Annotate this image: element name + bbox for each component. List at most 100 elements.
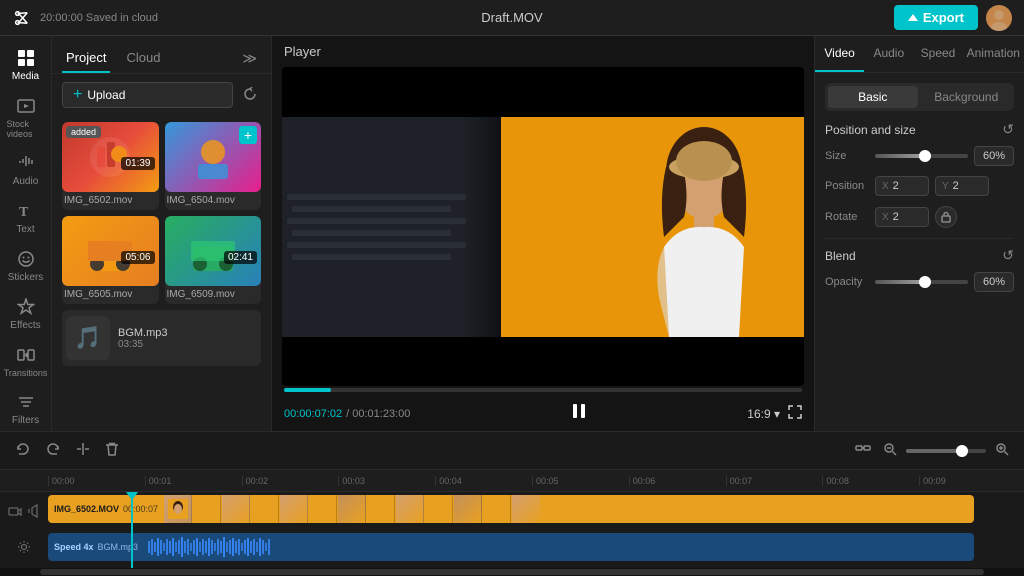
sub-tab-basic[interactable]: Basic (828, 86, 918, 108)
media-add-button-2[interactable]: + (239, 126, 257, 144)
upload-label: Upload (87, 88, 125, 102)
tab-video[interactable]: Video (815, 36, 864, 72)
size-slider[interactable] (875, 154, 968, 158)
video-track-name: IMG_6502.MOV (54, 504, 119, 514)
frame-7 (338, 495, 366, 523)
audio-track[interactable]: Speed 4x BGM.mp3 (48, 533, 974, 561)
tab-project[interactable]: Project (62, 44, 110, 73)
ruler-mark-0: 00:00 (48, 476, 145, 486)
rotate-lock-button[interactable] (935, 206, 957, 228)
sidebar-item-stickers[interactable]: Stickers (3, 243, 49, 289)
timeline-toolbar (0, 432, 1024, 470)
audio-item-bgm[interactable]: 🎵 BGM.mp3 03:35 (62, 310, 261, 366)
ruler-mark-6: 00:06 (629, 476, 726, 486)
export-icon (908, 14, 918, 21)
media-item-4[interactable]: 02:41 IMG_6509.mov (165, 216, 262, 304)
add-track-button[interactable] (852, 438, 874, 463)
frame-10 (425, 495, 453, 523)
zoom-in-button[interactable] (992, 439, 1012, 462)
video-track-camera-icon[interactable] (7, 504, 23, 521)
current-time: 00:00:07:02 (284, 408, 342, 420)
collapse-button[interactable]: ≫ (238, 46, 261, 71)
blend-section: Blend ↺ (825, 247, 1014, 264)
sidebar-item-audio[interactable]: Audio (3, 147, 49, 193)
right-panel-tabs: Video Audio Speed Animation (815, 36, 1024, 73)
refresh-button[interactable] (239, 83, 261, 108)
sidebar-item-text[interactable]: T Text (3, 195, 49, 241)
transitions-label: Transitions (4, 368, 48, 378)
progress-bar-bg[interactable] (284, 388, 802, 392)
player-controls: 00:00:07:02 / 00:01:23:00 16:9 ▾ (272, 396, 814, 431)
audio-name: BGM.mp3 (118, 327, 257, 339)
tab-cloud[interactable]: Cloud (122, 44, 164, 73)
scrollbar-thumb[interactable] (40, 569, 984, 575)
position-y-input[interactable]: Y 2 (935, 176, 989, 196)
media-item-1[interactable]: added 01:39 IMG_6502.mov (62, 122, 159, 210)
upload-button[interactable]: + Upload (62, 82, 233, 108)
sidebar-item-media[interactable]: Media (3, 42, 49, 88)
progress-bar[interactable] (272, 386, 814, 396)
undo-button[interactable] (12, 438, 34, 463)
size-value: 60% (974, 146, 1014, 166)
audio-track-settings-icon[interactable] (16, 539, 32, 558)
sidebar-item-filters[interactable]: Filters (3, 386, 49, 431)
filters-icon (16, 392, 36, 412)
delete-button[interactable] (102, 438, 122, 463)
panel-tabs: Project Cloud ≫ (52, 36, 271, 74)
size-label: Size (825, 150, 869, 162)
media-item-2[interactable]: + IMG_6504.mov (165, 122, 262, 210)
pause-button[interactable] (570, 402, 588, 425)
zoom-slider[interactable] (906, 449, 986, 453)
right-panel-content: Basic Background Position and size ↺ Siz… (815, 73, 1024, 431)
ruler-mark-1: 00:01 (145, 476, 242, 486)
playhead (131, 492, 133, 568)
redo-button[interactable] (42, 438, 64, 463)
timeline-scrollbar[interactable] (0, 568, 1024, 576)
transitions-icon (16, 345, 36, 365)
avatar[interactable] (986, 5, 1012, 31)
tab-audio[interactable]: Audio (864, 36, 913, 72)
media-item-3[interactable]: 05:06 IMG_6505.mov (62, 216, 159, 304)
rotate-x-input[interactable]: X 2 (875, 207, 929, 227)
aspect-ratio-label: 16:9 ▾ (747, 407, 780, 421)
aspect-ratio-button[interactable]: 16:9 ▾ (747, 407, 780, 421)
svg-text:T: T (19, 205, 29, 220)
panel-actions: + Upload (52, 74, 271, 116)
frame-3 (222, 495, 250, 523)
sidebar-item-transitions[interactable]: Transitions (3, 339, 49, 384)
stickers-label: Stickers (8, 272, 44, 283)
playback-controls (570, 402, 588, 425)
zoom-controls (852, 438, 1012, 463)
media-name-4: IMG_6509.mov (165, 286, 262, 304)
media-name-2: IMG_6504.mov (165, 192, 262, 210)
filters-label: Filters (12, 415, 39, 426)
frame-6 (309, 495, 337, 523)
tab-animation[interactable]: Animation (963, 36, 1024, 72)
position-size-title: Position and size (825, 123, 916, 137)
stock-videos-label: Stock videos (7, 119, 45, 139)
media-name-1: IMG_6502.mov (62, 192, 159, 210)
video-track-audio-icon[interactable] (26, 503, 42, 522)
tab-speed[interactable]: Speed (913, 36, 962, 72)
sub-tab-background[interactable]: Background (922, 86, 1012, 108)
zoom-out-button[interactable] (880, 439, 900, 462)
text-icon: T (16, 201, 36, 221)
position-x-input[interactable]: X 2 (875, 176, 929, 196)
frame-5 (280, 495, 308, 523)
fullscreen-button[interactable] (788, 405, 802, 422)
opacity-value: 60% (974, 272, 1014, 292)
position-size-reset[interactable]: ↺ (1002, 121, 1014, 138)
sidebar-item-stock-videos[interactable]: Stock videos (3, 90, 49, 145)
export-button[interactable]: Export (894, 5, 978, 30)
opacity-slider[interactable] (875, 280, 968, 284)
blend-reset[interactable]: ↺ (1002, 247, 1014, 264)
video-track-info: IMG_6502.MOV 00:00:07 (48, 504, 164, 514)
player-area: Player (272, 36, 814, 431)
audio-track-speed: Speed 4x (54, 542, 94, 552)
video-track[interactable]: IMG_6502.MOV 00:00:07 (48, 495, 974, 523)
export-label: Export (923, 10, 964, 25)
audio-info: BGM.mp3 03:35 (118, 327, 257, 350)
split-button[interactable] (72, 438, 94, 463)
sidebar-item-effects[interactable]: Effects (3, 291, 49, 337)
ruler-mark-2: 00:02 (242, 476, 339, 486)
